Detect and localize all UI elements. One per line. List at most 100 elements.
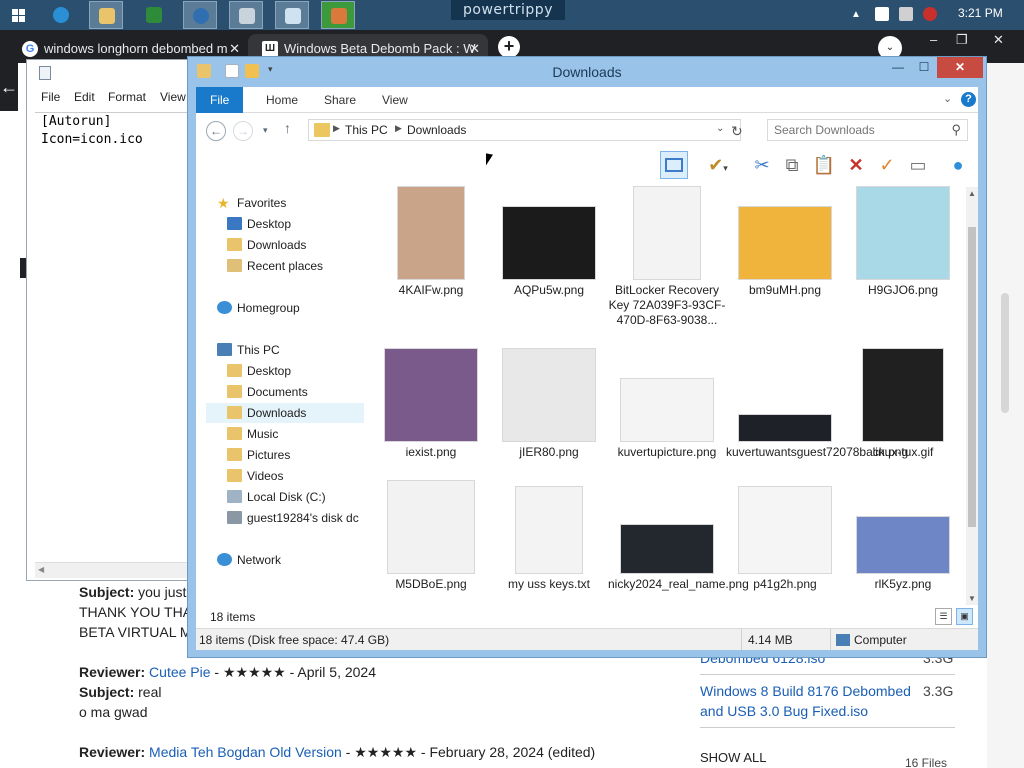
expand-ribbon-icon[interactable]: ⌄ [943,92,952,105]
maximize-button[interactable]: ☐ [911,57,937,78]
file-thumbnail [739,487,831,573]
minimize-button[interactable]: — [885,57,911,78]
breadcrumb-separator-icon[interactable]: ▶ [395,123,402,134]
file-tile[interactable]: kuvertupicture.png [608,349,726,499]
notepad-horizontal-scrollbar[interactable]: ◀ [35,562,199,578]
taskbar-app-printer[interactable] [229,1,263,29]
paste-icon[interactable]: 📋 [810,151,838,179]
volume-muted-icon[interactable] [923,7,937,21]
taskbar-app-ie[interactable] [44,1,78,29]
mouse-cursor-icon [486,153,493,167]
rename-icon[interactable]: ✓ [873,151,901,179]
explorer-titlebar[interactable]: ▾ Downloads — ☐ ✕ [188,57,986,87]
address-field[interactable]: ▶ This PC ▶ Downloads ⌄ [308,119,741,141]
download-file-link-cont[interactable]: and USB 3.0 Bug Fixed.iso [700,701,960,721]
refresh-icon[interactable]: ↻ [731,123,743,140]
page-scrollbar[interactable] [1001,293,1009,413]
up-icon[interactable]: ↑ [284,120,291,136]
copy-icon[interactable]: ⧉ [778,151,806,179]
file-thumbnail [385,349,477,441]
taskbar: powertrippy ▲ 3:21 PM [0,0,1024,30]
flag-icon[interactable] [875,7,889,21]
notepad-menu-edit[interactable]: Edit [74,90,95,104]
notepad-titlebar[interactable] [27,60,200,86]
cut-icon[interactable]: ✂ [748,151,776,179]
forward-button[interactable]: → [233,121,253,141]
search-box[interactable]: ⚲ [767,119,968,141]
navigation-pane-icon[interactable] [660,151,688,179]
scroll-up-icon[interactable]: ▲ [968,189,976,198]
notepad-menu-file[interactable]: File [41,90,60,104]
file-tile[interactable]: AQPu5w.png [490,187,608,337]
review-body: o ma gwad [79,704,148,720]
delete-icon[interactable]: ✕ [842,151,870,179]
file-tile[interactable]: linux-tux.gif [844,349,962,499]
back-button[interactable]: ← [206,121,226,141]
file-thumbnail [621,525,713,573]
breadcrumb-separator-icon[interactable]: ▶ [333,123,340,134]
browser-tab-title: Windows Beta Debomb Pack : W [284,41,476,56]
taskbar-app-file-explorer[interactable] [89,1,123,29]
scrollbar-thumb[interactable] [968,227,976,527]
network-icon[interactable] [899,7,913,21]
folder-icon [227,385,242,398]
ie-icon [53,7,69,23]
file-tile[interactable]: H9GJO6.png [844,187,962,337]
browser-minimize-button[interactable]: – [930,32,937,47]
file-name: AQPu5w.png [513,283,585,297]
reviewer-label: Reviewer: [79,664,146,680]
scroll-left-icon[interactable]: ◀ [38,565,44,574]
file-view-scrollbar[interactable]: ▲ ▼ [966,187,978,605]
download-file-item[interactable]: Windows 8 Build 8176 Debombed and USB 3.… [700,681,960,721]
browser-close-button[interactable]: ✕ [993,32,1004,48]
tray-chevron-icon[interactable]: ▲ [851,9,865,23]
large-icons-view-icon[interactable]: ▣ [956,608,973,625]
nav-label: Music [247,427,279,441]
file-name: kuvertupicture.png [617,445,717,459]
globe-icon[interactable]: ● [944,151,972,179]
command-toolbar: ✔▾ ✂ ⧉ 📋 ✕ ✓ ▭ ● [196,147,978,185]
select-icon[interactable]: ✔▾ [696,151,740,179]
close-button[interactable]: ✕ [937,57,983,78]
file-tile[interactable]: BitLocker Recovery Key 72A039F3-93CF-470… [608,187,726,337]
search-input[interactable] [774,122,944,138]
tab-view[interactable]: View [368,87,422,113]
breadcrumb-this-pc[interactable]: This PC [345,123,388,137]
taskbar-app-paint[interactable] [321,1,355,29]
file-tile[interactable]: iexist.png [372,349,490,499]
file-tile[interactable]: jIER80.png [490,349,608,499]
taskbar-app-spreadsheet[interactable] [137,1,171,29]
show-all-link[interactable]: SHOW ALL [700,750,766,765]
recent-locations-icon[interactable]: ▾ [263,125,268,136]
notepad-text-area[interactable]: [Autorun] Icon=icon.ico [35,112,195,562]
start-button[interactable] [0,0,38,30]
clock[interactable]: 3:21 PM [958,6,1003,20]
notepad-menu-format[interactable]: Format [108,90,146,104]
review-meta: - ★★★★★ - April 5, 2024 [210,664,377,680]
file-tile[interactable]: kuvertuwantsguest72078back.png [726,349,908,499]
breadcrumb-downloads[interactable]: Downloads [407,123,466,137]
tab-home[interactable]: Home [252,87,312,113]
scroll-down-icon[interactable]: ▼ [968,594,976,603]
taskbar-app-notepad[interactable] [275,1,309,29]
file-tile[interactable]: 4KAIFw.png [372,187,490,337]
reviewer-label: Reviewer: [79,744,146,760]
nav-pc-downloads[interactable]: Downloads [206,403,364,423]
notepad-menu-view[interactable]: View [160,90,186,104]
properties-icon[interactable]: ▭ [904,151,932,179]
new-tab-button[interactable]: + [498,36,520,58]
details-view-icon[interactable]: ☰ [935,608,952,625]
back-arrow-icon[interactable]: ← [0,63,18,111]
tab-share[interactable]: Share [310,87,370,113]
browser-maximize-button[interactable]: ❐ [956,32,968,48]
help-icon[interactable]: ? [961,92,976,107]
file-thumbnail [398,187,464,279]
file-tile[interactable]: bm9uMH.png [726,187,844,337]
tab-file[interactable]: File [196,87,244,113]
status-summary: 18 items (Disk free space: 47.4 GB) [199,633,390,647]
reviewer-link[interactable]: Cutee Pie [149,664,210,680]
address-dropdown-icon[interactable]: ⌄ [716,123,724,134]
download-file-link[interactable]: Windows 8 Build 8176 Debombed [700,681,960,701]
taskbar-app-globe[interactable] [183,1,217,29]
reviewer-link[interactable]: Media Teh Bogdan Old Version [149,744,342,760]
